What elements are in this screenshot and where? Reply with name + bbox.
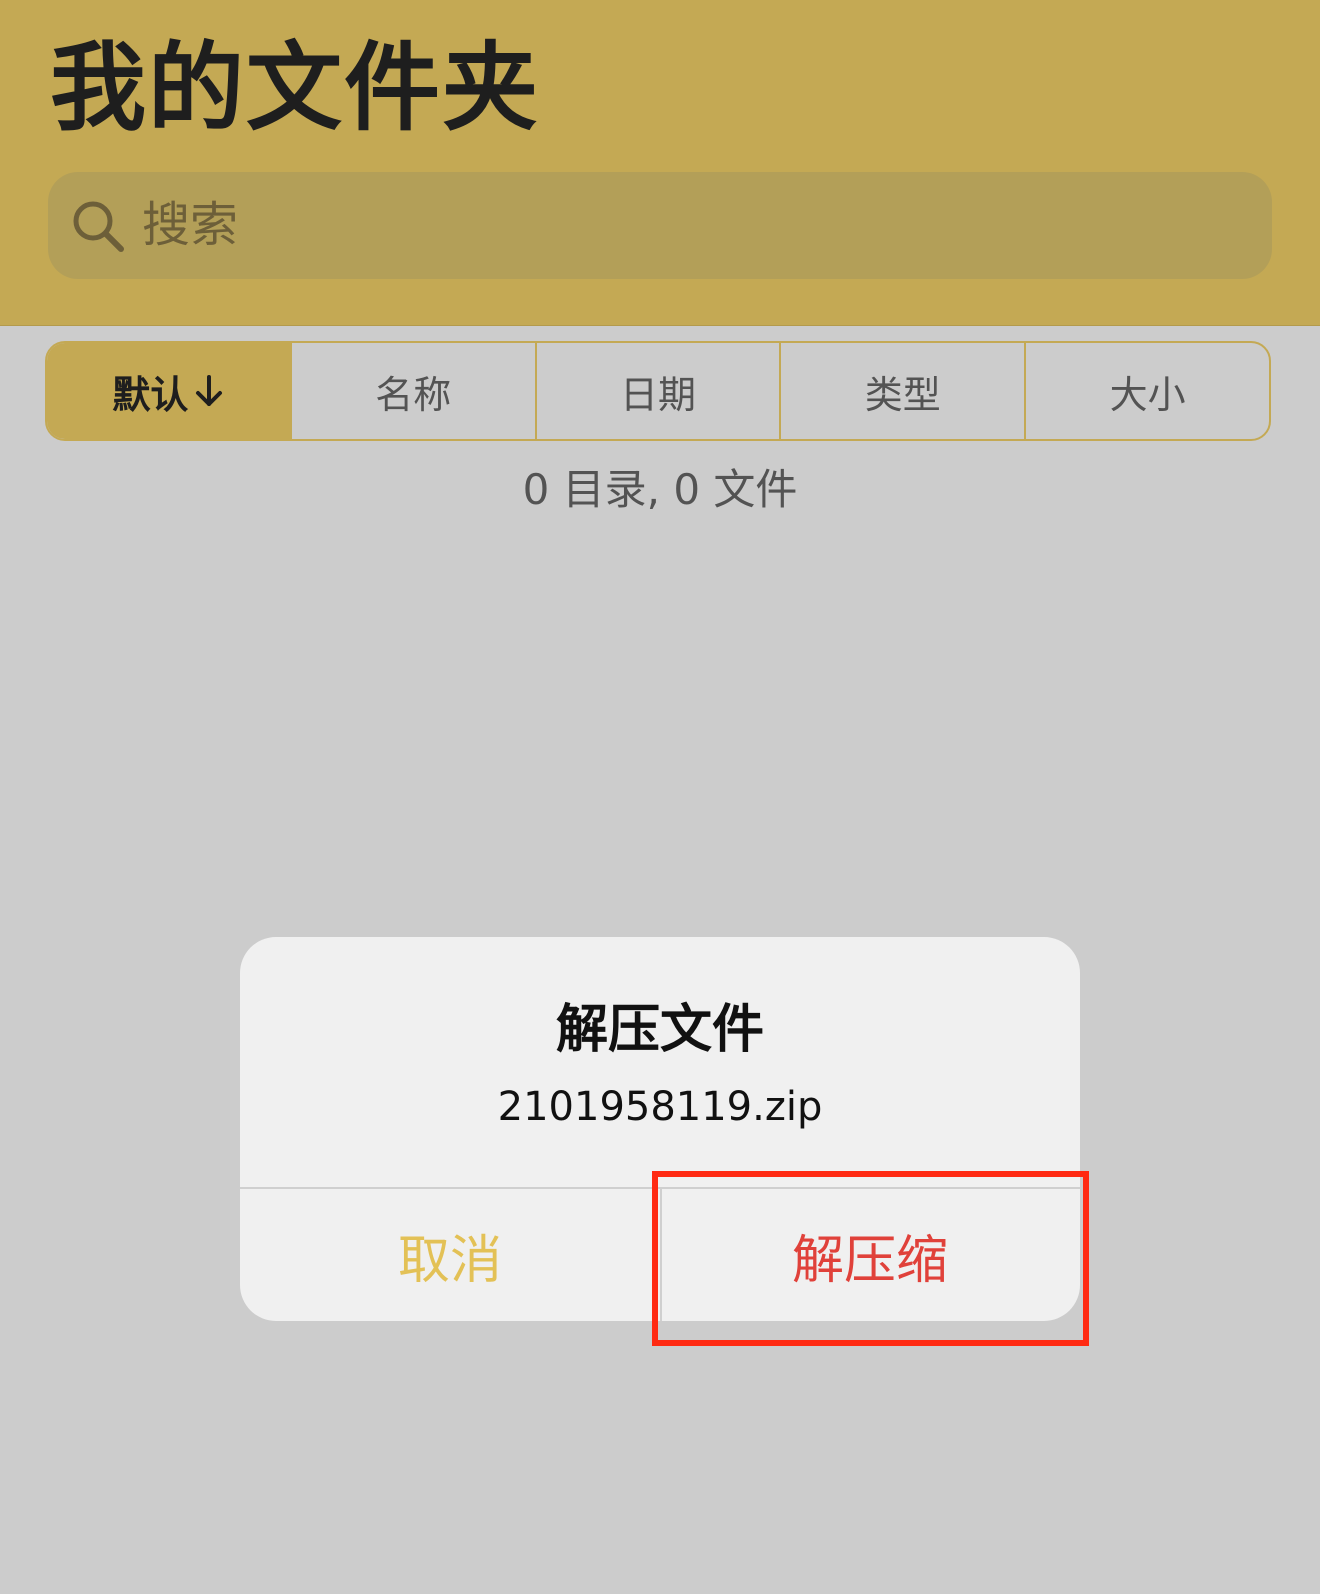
folder-summary: 0 目录, 0 文件 [522,465,798,514]
page-title: 我的文件夹 [50,32,540,144]
sort-tab-label: 名称 [375,372,452,417]
sort-tab-type[interactable]: 类型 [781,343,1027,439]
dialog-title: 解压文件 [555,1000,764,1060]
sort-tab-label: 默认 [112,372,189,417]
arrow-down-icon [196,375,223,406]
sort-tab-label: 类型 [864,372,941,417]
sort-tab-label: 大小 [1109,372,1186,417]
sort-tab-size[interactable]: 大小 [1026,343,1269,439]
search-icon [73,201,124,252]
extract-button[interactable]: 解压缩 [660,1189,1080,1321]
sort-segmented-control: 默认 名称 日期 类型 大小 [45,341,1271,441]
sort-tab-date[interactable]: 日期 [537,343,782,439]
dialog-filename: 2101958119.zip [497,1084,823,1130]
extract-dialog: 解压文件 2101958119.zip 取消 解压缩 [240,937,1080,1321]
cancel-button[interactable]: 取消 [240,1189,660,1321]
header: 我的文件夹 [0,0,1320,326]
sort-tab-default[interactable]: 默认 [47,343,292,439]
sort-tab-label: 日期 [619,372,696,417]
sort-tab-name[interactable]: 名称 [292,343,537,439]
search-input[interactable] [142,190,1242,260]
